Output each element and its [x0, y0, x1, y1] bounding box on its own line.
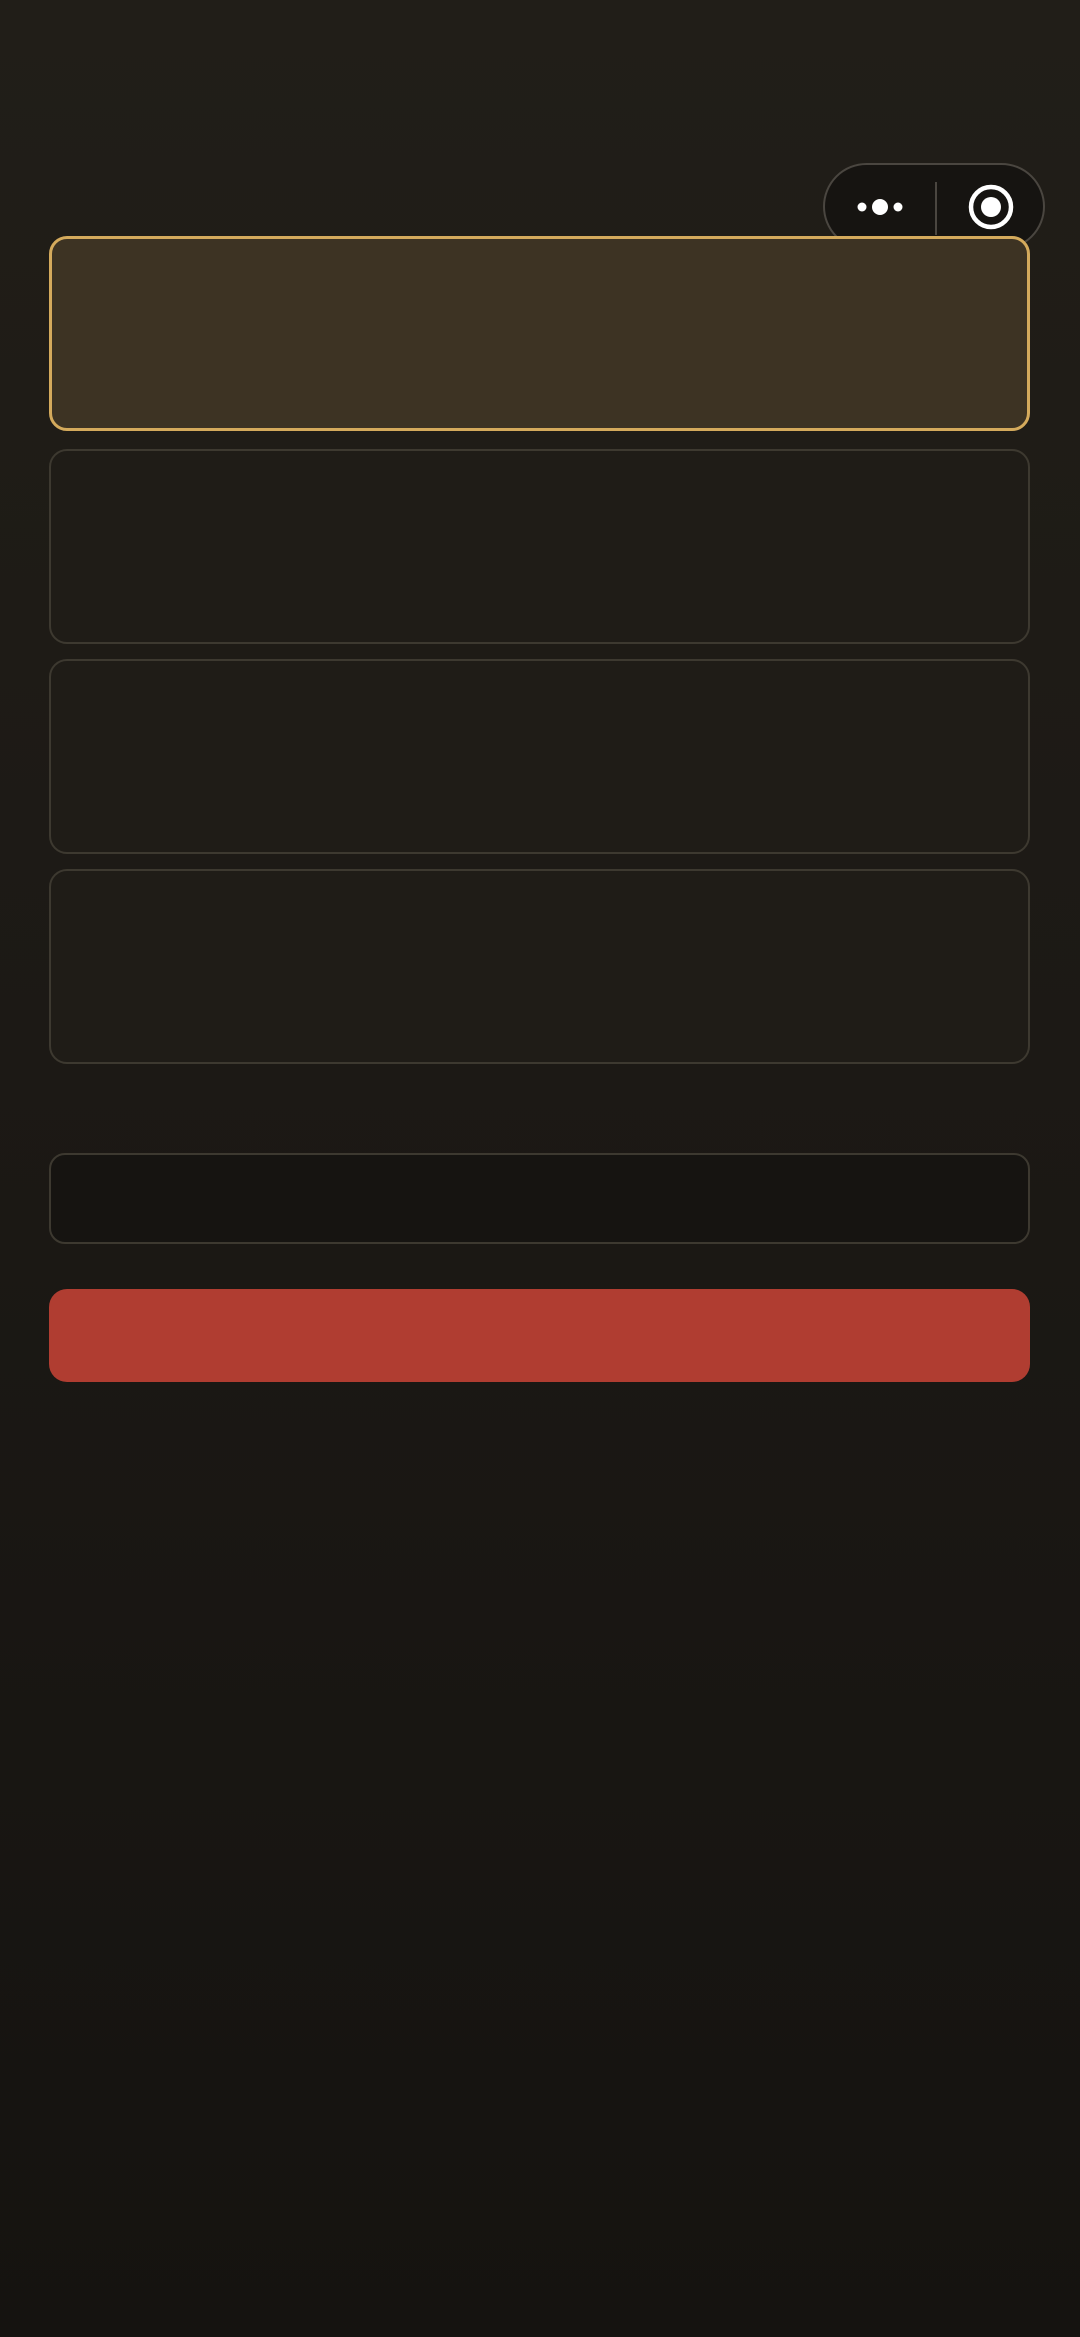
option-card-3[interactable]: [49, 659, 1030, 854]
submit-button[interactable]: [49, 1289, 1030, 1382]
option-card-4[interactable]: [49, 869, 1030, 1064]
text-input-field[interactable]: [49, 1153, 1030, 1244]
option-card-1[interactable]: [49, 236, 1030, 431]
close-target-icon: [968, 184, 1014, 229]
more-dots-icon: [857, 198, 903, 215]
option-card-2[interactable]: [49, 449, 1030, 644]
